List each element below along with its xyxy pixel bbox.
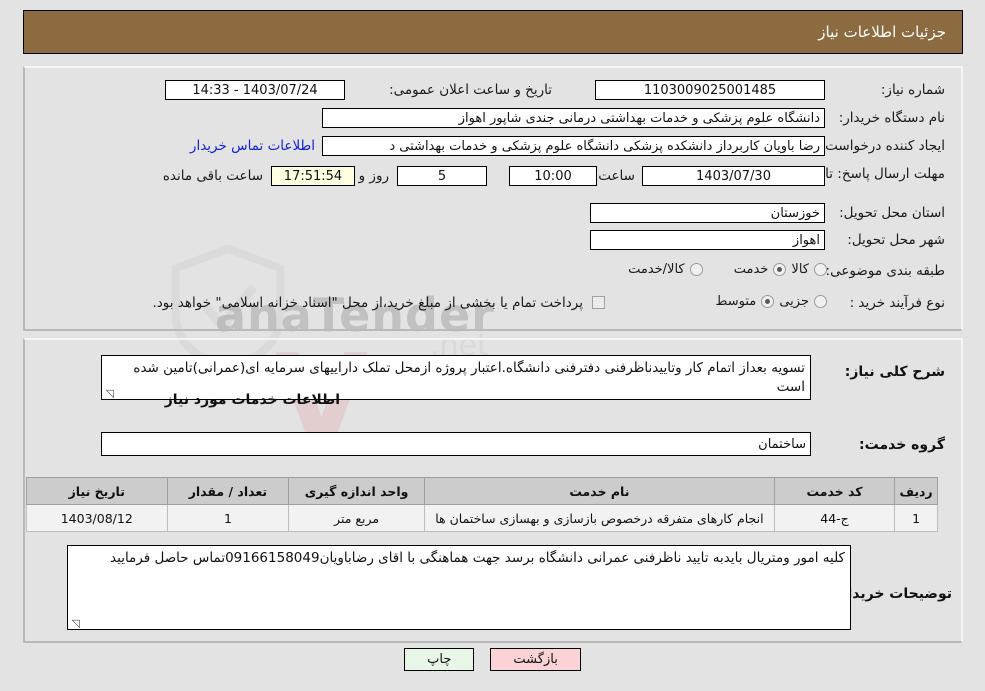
need-number-label: شماره نیاز: bbox=[880, 82, 945, 98]
buyer-notes-textarea[interactable]: کلیه امور ومتریال بایدبه تایید ناظرفنی ع… bbox=[67, 545, 851, 630]
remaining-time-value: 17:51:54 bbox=[271, 166, 355, 186]
cell-need-date: 1403/08/12 bbox=[26, 504, 168, 532]
buyer-notes-value: کلیه امور ومتریال بایدبه تایید ناظرفنی ع… bbox=[110, 550, 845, 566]
description-value: تسویه بعداز اتمام کار وتاییدناظرفنی دفتر… bbox=[133, 360, 805, 395]
radio-icon-kala-khedmat[interactable] bbox=[689, 263, 703, 276]
creator-label: ایجاد کننده درخواست: bbox=[820, 138, 945, 154]
creator-value: رضا باویان کاربرداز دانشکده پزشکی دانشگا… bbox=[322, 136, 825, 156]
cell-row-no: 1 bbox=[894, 504, 938, 532]
process-radio-group: جزیی متوسط bbox=[689, 293, 827, 312]
process-option-motavaset-label: متوسط bbox=[715, 294, 757, 309]
action-buttons: بازگشت چاپ bbox=[0, 648, 985, 671]
resize-grip-icon[interactable]: ◹ bbox=[104, 388, 114, 399]
back-button[interactable]: بازگشت bbox=[490, 648, 581, 671]
process-label: نوع فرآیند خرید : bbox=[849, 295, 945, 311]
deadline-date-value: 1403/07/30 bbox=[642, 166, 825, 186]
announce-datetime-value: 1403/07/24 - 14:33 bbox=[165, 80, 345, 100]
announce-datetime-label: تاریخ و ساعت اعلان عمومی: bbox=[389, 82, 552, 98]
buyer-org-value: دانشگاه علوم پزشکی و خدمات بهداشتی درمان… bbox=[322, 108, 825, 128]
resize-grip-icon-notes[interactable]: ◹ bbox=[70, 618, 80, 629]
radio-icon-jozei[interactable] bbox=[814, 295, 827, 308]
cell-quantity: 1 bbox=[166, 504, 290, 532]
category-option-khedmat-label: خدمت bbox=[733, 262, 769, 277]
category-option-kala[interactable]: کالا bbox=[791, 262, 827, 277]
treasury-checkbox-label: پرداخت تمام یا بخشی از مبلغ خرید،از محل … bbox=[152, 295, 583, 311]
table-row: 1 ج-44 انجام کارهای متفرقه درخصوص بازساز… bbox=[26, 504, 938, 532]
category-option-khedmat[interactable]: خدمت bbox=[734, 262, 787, 277]
services-section-title: اطلاعات خدمات مورد نیاز bbox=[164, 392, 340, 408]
th-need-date: تاریخ نیاز bbox=[26, 477, 168, 505]
cell-service-name: انجام کارهای متفرقه درخصوص بازسازی و بهس… bbox=[423, 504, 775, 532]
category-option-kala-khedmat-label: کالا/خدمت bbox=[628, 262, 685, 277]
city-label: شهر محل تحویل: bbox=[847, 232, 945, 248]
top-info-panel bbox=[23, 66, 963, 331]
process-option-jozei[interactable]: جزیی bbox=[779, 294, 827, 309]
process-option-motavaset[interactable]: متوسط bbox=[715, 294, 775, 309]
services-table: ردیف کد خدمت نام خدمت واحد اندازه گیری ت… bbox=[26, 477, 938, 532]
buyer-contact-link[interactable]: اطلاعات تماس خریدار bbox=[190, 138, 315, 154]
remaining-days-label: روز و bbox=[358, 168, 389, 184]
city-value: اهواز bbox=[590, 230, 825, 250]
buyer-org-label: نام دستگاه خریدار: bbox=[838, 110, 945, 126]
category-label: طبقه بندی موضوعی: bbox=[825, 263, 945, 279]
cell-service-code: ج-44 bbox=[773, 504, 896, 532]
province-value: خوزستان bbox=[590, 203, 825, 223]
province-label: استان محل تحویل: bbox=[839, 205, 945, 221]
th-service-name: نام خدمت bbox=[423, 477, 775, 505]
deadline-label: مهلت ارسال پاسخ: تا تاریخ: bbox=[789, 166, 945, 182]
th-row-no: ردیف bbox=[894, 477, 938, 505]
category-option-kala-label: کالا bbox=[791, 262, 809, 277]
print-button[interactable]: چاپ bbox=[404, 648, 475, 671]
need-details-page: V anaTender .net جزئیات اطلاعات نیاز شما… bbox=[0, 0, 985, 691]
service-group-label: گروه خدمت: bbox=[859, 437, 945, 453]
th-service-code: کد خدمت bbox=[773, 477, 896, 505]
radio-icon-kala[interactable] bbox=[814, 263, 827, 276]
page-header-bar: جزئیات اطلاعات نیاز bbox=[23, 10, 963, 54]
radio-icon-khedmat[interactable] bbox=[773, 263, 787, 276]
th-quantity: تعداد / مقدار bbox=[166, 477, 290, 505]
remaining-time-label: ساعت باقی مانده bbox=[162, 168, 263, 184]
radio-icon-motavaset[interactable] bbox=[761, 295, 775, 308]
service-group-value[interactable]: ساختمان bbox=[101, 432, 811, 456]
table-header-row: ردیف کد خدمت نام خدمت واحد اندازه گیری ت… bbox=[26, 477, 938, 505]
cell-unit: مربع متر bbox=[288, 504, 425, 532]
deadline-hour-label: ساعت bbox=[598, 168, 635, 184]
remaining-days-value: 5 bbox=[397, 166, 487, 186]
need-number-value: 1103009025001485 bbox=[595, 80, 825, 100]
category-radio-group: کالا خدمت کالا/خدمت bbox=[602, 261, 827, 280]
deadline-hour-value: 10:00 bbox=[509, 166, 597, 186]
category-option-kala-khedmat[interactable]: کالا/خدمت bbox=[628, 262, 703, 277]
process-option-jozei-label: جزیی bbox=[779, 294, 809, 309]
description-label: شرح کلی نیاز: bbox=[844, 364, 945, 380]
treasury-checkbox[interactable] bbox=[592, 296, 605, 309]
buyer-notes-label: توضیحات خریدار: bbox=[833, 586, 952, 602]
page-title: جزئیات اطلاعات نیاز bbox=[818, 23, 946, 41]
th-unit: واحد اندازه گیری bbox=[288, 477, 425, 505]
